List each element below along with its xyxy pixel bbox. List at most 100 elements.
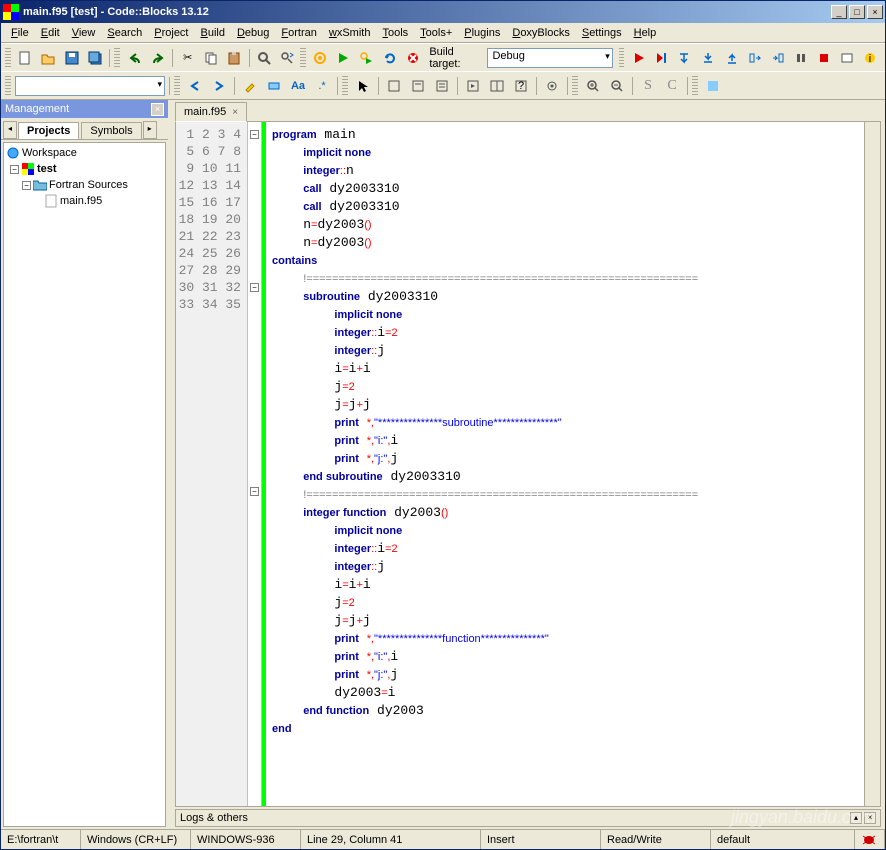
tab-symbols[interactable]: Symbols <box>81 122 141 139</box>
next-line-button[interactable] <box>675 47 696 69</box>
save-button[interactable] <box>61 47 82 69</box>
build-run-button[interactable] <box>356 47 377 69</box>
project-tree[interactable]: Workspace − test − Fortran Sources main.… <box>3 142 166 827</box>
fold-column[interactable]: −−− <box>248 122 262 806</box>
tree-toggle-icon[interactable]: − <box>10 165 19 174</box>
toolbar-grip[interactable] <box>174 76 180 96</box>
doxy-line-button[interactable] <box>407 75 429 97</box>
minimize-button[interactable]: _ <box>831 5 847 19</box>
doxy-chm-button[interactable]: ? <box>510 75 532 97</box>
pointer-button[interactable] <box>352 75 374 97</box>
tree-file[interactable]: main.f95 <box>6 193 163 209</box>
menu-settings[interactable]: Settings <box>576 25 628 41</box>
back-button[interactable] <box>184 75 206 97</box>
tab-nav-left[interactable]: ◂ <box>3 121 17 139</box>
tree-project[interactable]: − test <box>6 161 163 177</box>
menu-tools+[interactable]: Tools+ <box>414 25 458 41</box>
menu-wxsmith[interactable]: wxSmith <box>323 25 377 41</box>
debug-info-button[interactable]: i <box>860 47 881 69</box>
selection-button[interactable] <box>263 75 285 97</box>
toolbar-grip[interactable] <box>5 76 11 96</box>
doxy-run-button[interactable] <box>462 75 484 97</box>
menu-debug[interactable]: Debug <box>231 25 275 41</box>
menu-fortran[interactable]: Fortran <box>275 25 322 41</box>
menu-doxyblocks[interactable]: DoxyBlocks <box>506 25 575 41</box>
menu-help[interactable]: Help <box>628 25 663 41</box>
menu-view[interactable]: View <box>66 25 102 41</box>
fortran-toolbar-button[interactable] <box>702 75 724 97</box>
tab-nav-right[interactable]: ▸ <box>143 121 157 139</box>
debug-windows-button[interactable] <box>837 47 858 69</box>
editor-tab[interactable]: main.f95 × <box>175 102 247 122</box>
tree-folder[interactable]: − Fortran Sources <box>6 177 163 193</box>
tab-projects[interactable]: Projects <box>18 122 79 139</box>
menu-file[interactable]: File <box>5 25 35 41</box>
find-button[interactable] <box>254 47 275 69</box>
management-close-button[interactable]: × <box>151 103 164 116</box>
maximize-button[interactable]: □ <box>849 5 865 19</box>
build-button[interactable] <box>310 47 331 69</box>
run-button[interactable] <box>333 47 354 69</box>
toolbar-grip[interactable] <box>300 48 306 68</box>
run-to-cursor-button[interactable] <box>652 47 673 69</box>
zoom-out-button[interactable] <box>606 75 628 97</box>
status-profile: default <box>711 830 855 849</box>
open-file-button[interactable] <box>38 47 59 69</box>
tree-workspace[interactable]: Workspace <box>6 145 163 161</box>
regex-button[interactable]: .* <box>311 75 333 97</box>
paste-button[interactable] <box>224 47 245 69</box>
redo-button[interactable] <box>147 47 168 69</box>
rebuild-button[interactable] <box>379 47 400 69</box>
comment-button[interactable]: C <box>661 75 683 97</box>
vertical-scrollbar[interactable] <box>864 122 880 806</box>
zoom-in-button[interactable] <box>582 75 604 97</box>
highlight-button[interactable] <box>239 75 261 97</box>
menu-tools[interactable]: Tools <box>376 25 414 41</box>
next-instr-button[interactable] <box>744 47 765 69</box>
logs-panel-header[interactable]: Logs & others ▴ × <box>175 809 881 827</box>
titlebar: main.f95 [test] - Code::Blocks 13.12 _ □… <box>1 1 885 23</box>
scope-combo[interactable] <box>15 76 165 96</box>
step-into-button[interactable] <box>698 47 719 69</box>
menu-build[interactable]: Build <box>195 25 231 41</box>
replace-button[interactable] <box>277 47 298 69</box>
doxy-lines-button[interactable] <box>431 75 453 97</box>
toolbar-grip[interactable] <box>5 48 11 68</box>
menu-plugins[interactable]: Plugins <box>458 25 506 41</box>
break-button[interactable] <box>790 47 811 69</box>
logs-close-button[interactable]: × <box>864 812 876 824</box>
step-instr-button[interactable] <box>767 47 788 69</box>
doxy-config-button[interactable] <box>541 75 563 97</box>
undo-button[interactable] <box>124 47 145 69</box>
stop-debug-button[interactable] <box>814 47 835 69</box>
code-content[interactable]: program main implicit none integer::n ca… <box>266 122 864 806</box>
menu-edit[interactable]: Edit <box>35 25 66 41</box>
code-editor[interactable]: 1 2 3 4 5 6 7 8 9 10 11 12 13 14 15 16 1… <box>175 121 881 807</box>
tree-toggle-icon[interactable]: − <box>22 181 31 190</box>
toolbar-grip[interactable] <box>619 48 625 68</box>
toolbar-grip[interactable] <box>342 76 348 96</box>
save-all-button[interactable] <box>84 47 105 69</box>
debug-start-button[interactable] <box>628 47 649 69</box>
match-case-button[interactable]: Aa <box>287 75 309 97</box>
abort-button[interactable] <box>402 47 423 69</box>
status-bug-icon[interactable] <box>855 830 885 849</box>
toolbar-grip[interactable] <box>114 48 120 68</box>
toolbar-grip[interactable] <box>572 76 578 96</box>
source-button[interactable]: S <box>637 75 659 97</box>
tab-close-icon[interactable]: × <box>232 107 238 118</box>
new-file-button[interactable] <box>15 47 36 69</box>
close-button[interactable]: × <box>867 5 883 19</box>
copy-button[interactable] <box>200 47 221 69</box>
toolbar-grip[interactable] <box>692 76 698 96</box>
logs-maximize-button[interactable]: ▴ <box>850 812 862 824</box>
doxy-block-button[interactable] <box>383 75 405 97</box>
svg-text:?: ? <box>518 80 524 92</box>
doxy-html-button[interactable] <box>486 75 508 97</box>
build-target-combo[interactable]: Debug <box>487 48 612 68</box>
step-out-button[interactable] <box>721 47 742 69</box>
menu-project[interactable]: Project <box>148 25 194 41</box>
forward-button[interactable] <box>208 75 230 97</box>
menu-search[interactable]: Search <box>101 25 148 41</box>
cut-button[interactable]: ✂ <box>177 47 198 69</box>
